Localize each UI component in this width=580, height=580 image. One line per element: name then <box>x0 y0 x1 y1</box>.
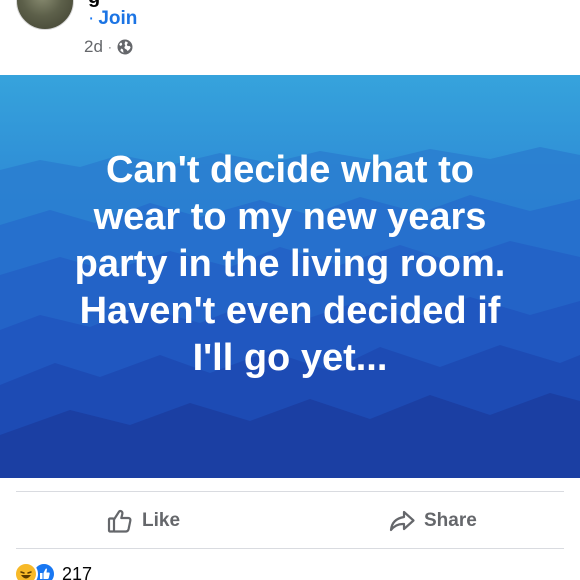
post-text: Can't decide what to wear to my new year… <box>74 149 506 379</box>
like-button[interactable]: Like <box>106 494 180 548</box>
join-row: · Join <box>88 8 137 30</box>
actions-divider-top <box>16 491 564 492</box>
facebook-post: g ·Join 2d · <box>0 0 580 580</box>
share-button[interactable]: Share <box>388 494 477 548</box>
share-label: Share <box>424 510 477 531</box>
haha-icon <box>14 562 38 580</box>
reaction-count: 217 <box>62 563 93 580</box>
like-label: Like <box>142 510 181 531</box>
post-header: g ·Join 2d · <box>0 0 580 75</box>
post-actions: Like Share <box>0 494 580 548</box>
join-button[interactable]: Join <box>98 8 137 29</box>
actions-divider-bottom <box>16 548 564 549</box>
meta-separator: · <box>107 40 112 54</box>
author-avatar[interactable] <box>16 0 74 30</box>
post-timestamp[interactable]: 2d <box>84 37 103 57</box>
post-meta: 2d · <box>84 37 133 57</box>
reaction-summary[interactable]: 217 <box>14 562 92 580</box>
post-image-card[interactable]: Can't decide what to wear to my new year… <box>0 75 580 478</box>
share-arrow-icon <box>388 507 416 535</box>
globe-icon <box>117 39 133 55</box>
thumbs-up-icon <box>106 507 134 535</box>
join-separator: · <box>88 8 95 29</box>
